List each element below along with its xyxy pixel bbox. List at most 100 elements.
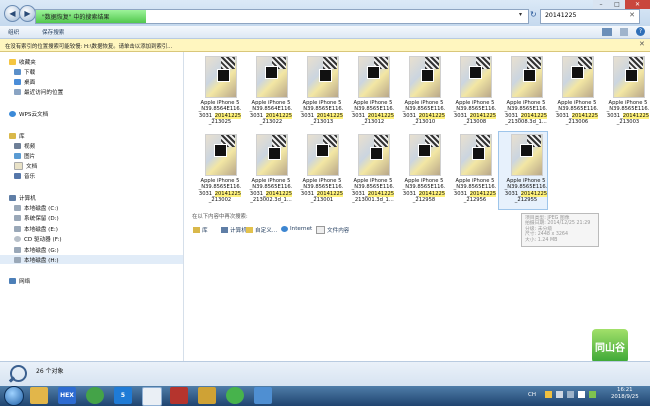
taskbar-media-icon[interactable] (170, 387, 188, 404)
tray-network-icon[interactable] (556, 391, 563, 398)
preview-pane-icon[interactable] (620, 28, 628, 36)
file-name-label: Apple iPhone 5 _N39.8565E116. 3031_2014122… (194, 178, 246, 204)
nav-computer[interactable]: 计算机 (9, 193, 36, 202)
image-thumbnail[interactable] (358, 134, 390, 176)
maximize-button[interactable]: □ (609, 0, 625, 9)
file-name-line: _213008.3d_1... (500, 119, 552, 125)
nav-drive-c[interactable]: 本地磁盘 (C:) (14, 203, 58, 212)
thumbnail-redaction (520, 144, 533, 157)
taskbar-explorer-icon[interactable] (30, 387, 48, 404)
tray-clock[interactable]: 16:21 2018/9/25 (611, 387, 639, 401)
organize-button[interactable]: 组织 (8, 28, 19, 36)
search-again-computer[interactable]: 计算机 (221, 226, 247, 234)
search-input[interactable]: 20141225 ✕ (540, 9, 640, 24)
nav-favorites[interactable]: 收藏夹 (9, 57, 36, 66)
taskbar-browser-icon[interactable] (86, 387, 104, 404)
image-thumbnail[interactable] (613, 56, 645, 98)
tray-flag-icon[interactable] (578, 391, 585, 398)
image-thumbnail[interactable] (256, 56, 288, 98)
file-name-part: 3031_ (402, 190, 419, 197)
thumbnail-redaction (472, 147, 485, 160)
view-options-icon[interactable] (602, 28, 612, 36)
desktop-icon (14, 78, 21, 85)
file-name-part: 3031_ (249, 112, 266, 119)
search-again-file-contents[interactable]: 文件内容 (316, 226, 349, 234)
video-icon (14, 142, 21, 149)
nav-network[interactable]: 网络 (9, 276, 30, 285)
file-name-part: _213006 (565, 119, 589, 126)
nav-recent[interactable]: 最近访问的位置 (14, 87, 63, 96)
image-thumbnail[interactable] (205, 134, 237, 176)
file-name-label: Apple iPhone 5 _N39.8565E116. 3031_2014122… (245, 178, 297, 204)
tray-volume-icon[interactable] (567, 391, 574, 398)
file-name-part: Apple iPhone 5 (608, 100, 648, 106)
nav-drive-f[interactable]: CD 驱动器 (F:) (14, 234, 62, 243)
nav-music[interactable]: 音乐 (14, 171, 35, 180)
search-again-custom[interactable]: 自定义... (246, 226, 277, 234)
refresh-icon[interactable]: ↻ (530, 10, 537, 19)
nav-documents[interactable]: 文档 (14, 161, 37, 170)
nav-drive-h[interactable]: 本地磁盘 (H:) (14, 255, 59, 264)
image-thumbnail[interactable] (511, 56, 543, 98)
image-thumbnail[interactable] (307, 134, 339, 176)
address-input[interactable]: "数据恢复" 中的搜索结果 (35, 9, 529, 24)
search-match-highlight: 20141225 (265, 112, 293, 119)
image-thumbnail[interactable] (307, 56, 339, 98)
file-name-part: _212955 (514, 197, 538, 204)
taskbar-folder-icon[interactable] (198, 387, 216, 404)
nav-drive-e[interactable]: 本地磁盘 (E:) (14, 224, 58, 233)
image-thumbnail[interactable] (358, 56, 390, 98)
nav-downloads[interactable]: 下载 (14, 67, 35, 76)
taskbar-baidu-netdisk-icon[interactable] (142, 387, 162, 406)
file-name-line: _213012 (347, 119, 399, 125)
search-match-highlight: 20141225 (622, 112, 650, 119)
nav-videos[interactable]: 视频 (14, 141, 35, 150)
info-bar-close-icon[interactable]: ✕ (639, 40, 645, 48)
image-thumbnail[interactable] (409, 56, 441, 98)
file-name-part: _213003 (616, 119, 640, 126)
clear-search-icon[interactable]: ✕ (629, 11, 635, 19)
address-dropdown-icon[interactable]: ▾ (519, 11, 522, 18)
tray-ime-icon[interactable] (545, 391, 552, 398)
index-info-bar[interactable]: 在没有索引的位置搜索可能较慢: H:\数据恢复。请单击以添加到索引... (0, 39, 650, 52)
nav-pictures[interactable]: 图片 (14, 151, 35, 160)
taskbar-ie-icon[interactable] (254, 387, 272, 404)
tray-language[interactable]: CH (528, 392, 536, 398)
file-name-part: 3031_ (351, 112, 368, 119)
image-thumbnail[interactable] (511, 134, 543, 176)
search-again-internet[interactable]: Internet (281, 226, 312, 232)
image-thumbnail[interactable] (460, 134, 492, 176)
forward-button[interactable]: ▶ (19, 5, 36, 22)
taskbar-app-5[interactable]: 5 (114, 387, 132, 404)
search-again-library[interactable]: 库 (193, 226, 208, 234)
taskbar-hex-app[interactable]: HEX (58, 387, 76, 404)
nav-desktop[interactable]: 桌面 (14, 77, 35, 86)
close-button[interactable]: ✕ (625, 0, 650, 9)
file-name-label: Apple iPhone 5 _N39.8565E116. 3031_2014122… (551, 100, 603, 126)
nav-drive-d[interactable]: 系统保留 (D:) (14, 213, 59, 222)
image-thumbnail[interactable] (409, 134, 441, 176)
thumbnail-redaction (319, 69, 332, 82)
file-name-part: Apple iPhone 5 (251, 100, 291, 106)
file-name-part: _N39.8564E116. (249, 106, 293, 113)
thumbnail-redaction (523, 69, 536, 82)
image-thumbnail[interactable] (256, 134, 288, 176)
tray-app-icon[interactable] (589, 391, 596, 398)
image-thumbnail[interactable] (205, 56, 237, 98)
nav-drive-g[interactable]: 本地磁盘 (G:) (14, 245, 59, 254)
file-name-part: Apple iPhone 5 (506, 100, 546, 106)
nav-libraries[interactable]: 库 (9, 131, 25, 140)
file-name-label: Apple iPhone 5 _N39.8565E116. 3031_2014122… (449, 100, 501, 126)
taskbar-wechat-icon[interactable] (226, 387, 244, 404)
image-thumbnail[interactable] (460, 56, 492, 98)
file-name-part: Apple iPhone 5 (200, 100, 240, 106)
minimize-button[interactable]: – (593, 0, 609, 9)
help-icon[interactable]: ? (636, 27, 645, 36)
image-thumbnail[interactable] (562, 56, 594, 98)
start-button[interactable] (4, 386, 24, 406)
save-search-button[interactable]: 保存搜索 (42, 28, 64, 36)
file-name-label: Apple iPhone 5 _N39.8565E116. 3031_2014122… (398, 100, 450, 126)
nav-wps[interactable]: WPS云文档 (9, 109, 48, 118)
file-name-part: Apple iPhone 5 (404, 100, 444, 106)
thumbnail-redaction (418, 144, 431, 157)
